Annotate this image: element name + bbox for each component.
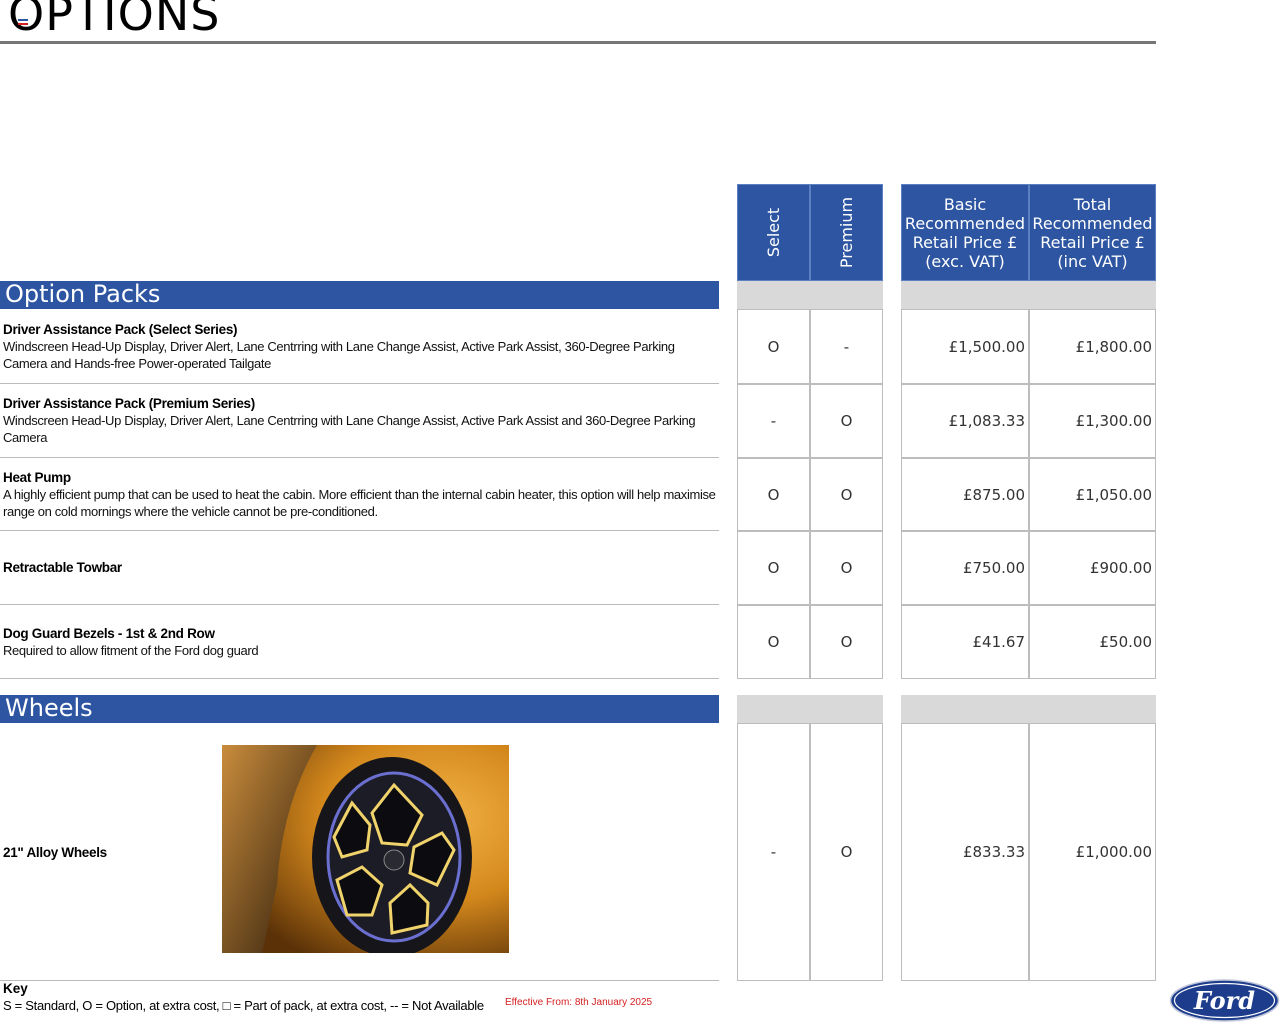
- title-divider: [0, 41, 1156, 44]
- footer-divider: [0, 980, 719, 981]
- select-availability: O: [737, 458, 810, 531]
- effective-date: Effective From: 8th January 2025: [505, 997, 653, 1008]
- section-title-option-packs: Option Packs: [0, 281, 719, 309]
- select-availability: O: [737, 309, 810, 384]
- option-row-description: Dog Guard Bezels - 1st & 2nd Row Require…: [0, 605, 719, 679]
- option-name: Driver Assistance Pack (Select Series): [3, 321, 238, 337]
- column-header-select: Select: [737, 184, 810, 281]
- total-price: £1,000.00: [1029, 723, 1156, 981]
- column-header-select-label: Select: [763, 207, 783, 258]
- basic-price: £750.00: [901, 531, 1029, 605]
- column-header-total-price-label: Total Recommended Retail Price £ (inc VA…: [1032, 194, 1153, 271]
- column-header-premium-label: Premium: [837, 196, 857, 269]
- select-availability: O: [737, 531, 810, 605]
- premium-availability: O: [810, 458, 883, 531]
- premium-availability: O: [810, 605, 883, 679]
- select-availability: -: [737, 384, 810, 458]
- premium-availability: O: [810, 723, 883, 981]
- basic-price: £833.33: [901, 723, 1029, 981]
- column-header-basic-price: Basic Recommended Retail Price £ (exc. V…: [901, 184, 1029, 281]
- section-band-trims: [737, 695, 883, 723]
- premium-availability: O: [810, 531, 883, 605]
- total-price: £1,050.00: [1029, 458, 1156, 531]
- option-description: Windscreen Head-Up Display, Driver Alert…: [3, 338, 675, 371]
- select-availability: O: [737, 605, 810, 679]
- column-header-premium: Premium: [810, 184, 883, 281]
- option-name: Dog Guard Bezels - 1st & 2nd Row: [3, 625, 215, 641]
- key-title: Key: [3, 981, 28, 996]
- page-title: OPTIONS: [8, 0, 221, 41]
- option-row-description: Driver Assistance Pack (Premium Series) …: [0, 384, 719, 458]
- basic-price: £1,500.00: [901, 309, 1029, 384]
- option-row-description: Retractable Towbar: [0, 531, 719, 605]
- option-row-description: Heat Pump A highly efficient pump that c…: [0, 458, 719, 531]
- option-name: Heat Pump: [3, 469, 71, 485]
- section-band-prices: [901, 695, 1156, 723]
- section-band-prices: [901, 281, 1156, 309]
- option-description: A highly efficient pump that can be used…: [3, 486, 716, 519]
- premium-availability: O: [810, 384, 883, 458]
- total-price: £1,300.00: [1029, 384, 1156, 458]
- ford-logo: Ford: [1169, 979, 1280, 1022]
- basic-price: £1,083.33: [901, 384, 1029, 458]
- option-name: Retractable Towbar: [3, 560, 122, 575]
- basic-price: £875.00: [901, 458, 1029, 531]
- ford-logo-text: Ford: [1193, 986, 1255, 1015]
- select-availability: -: [737, 723, 810, 981]
- premium-availability: -: [810, 309, 883, 384]
- total-price: £900.00: [1029, 531, 1156, 605]
- section-band-trims: [737, 281, 883, 309]
- total-price: £50.00: [1029, 605, 1156, 679]
- option-description: Windscreen Head-Up Display, Driver Alert…: [3, 413, 696, 445]
- key-legend: S = Standard, O = Option, at extra cost,…: [3, 998, 484, 1013]
- total-price: £1,800.00: [1029, 309, 1156, 384]
- option-name: Driver Assistance Pack (Premium Series): [3, 396, 255, 411]
- section-title-wheels: Wheels: [0, 695, 719, 723]
- column-header-basic-price-label: Basic Recommended Retail Price £ (exc. V…: [904, 194, 1026, 271]
- basic-price: £41.67: [901, 605, 1029, 679]
- alloy-wheel-photo: [222, 745, 509, 953]
- flag-icon: [18, 19, 28, 25]
- option-description: Required to allow fitment of the Ford do…: [3, 642, 259, 658]
- option-row-description: Driver Assistance Pack (Select Series) W…: [0, 309, 719, 384]
- column-header-total-price: Total Recommended Retail Price £ (inc VA…: [1029, 184, 1156, 281]
